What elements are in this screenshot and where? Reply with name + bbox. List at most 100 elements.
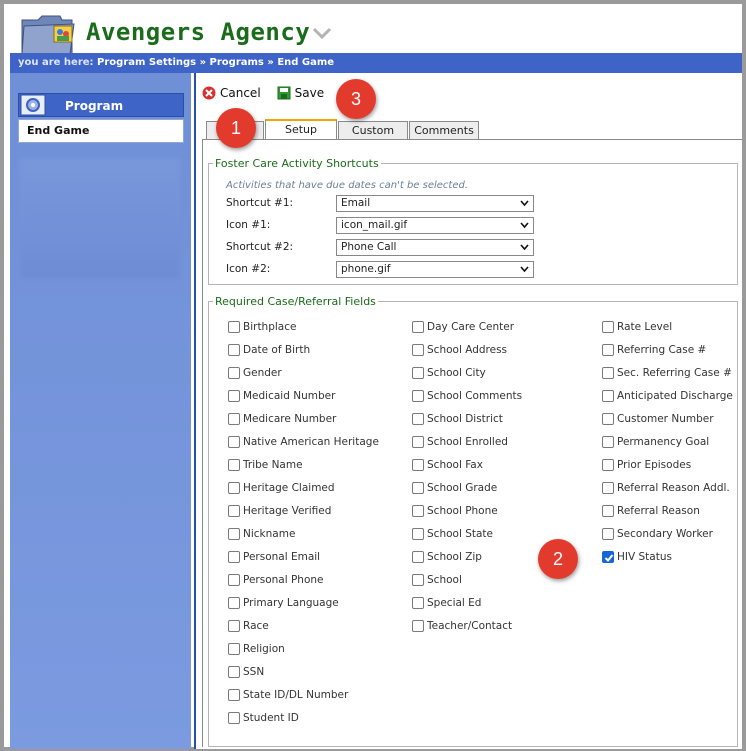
required-field-checkbox[interactable]: Personal Email [228, 551, 320, 563]
checkbox[interactable] [412, 574, 424, 586]
required-field-checkbox[interactable]: Prior Episodes [602, 459, 691, 471]
required-field-checkbox[interactable]: State ID/DL Number [228, 689, 348, 701]
icon-1-select[interactable]: icon_mail.gif [336, 216, 534, 234]
checkbox[interactable] [602, 505, 614, 517]
icon-2-select[interactable]: phone.gif [336, 260, 534, 278]
checkbox[interactable] [412, 390, 424, 402]
required-field-checkbox[interactable]: Sec. Referring Case # [602, 367, 732, 379]
checkbox[interactable] [228, 390, 240, 402]
required-field-checkbox[interactable]: Customer Number [602, 413, 714, 425]
checkbox[interactable] [228, 597, 240, 609]
chevron-down-icon[interactable] [312, 26, 332, 40]
checkbox[interactable] [228, 367, 240, 379]
required-field-checkbox[interactable]: School State [412, 528, 493, 540]
required-field-checkbox[interactable]: School City [412, 367, 486, 379]
save-button[interactable]: Save [277, 86, 324, 100]
checkbox[interactable] [412, 505, 424, 517]
required-field-checkbox[interactable]: School Phone [412, 505, 498, 517]
checkbox[interactable] [412, 321, 424, 333]
shortcut-1-select[interactable]: Email [336, 194, 534, 212]
required-field-checkbox[interactable]: Permanency Goal [602, 436, 709, 448]
required-field-checkbox[interactable]: School Comments [412, 390, 522, 402]
required-field-checkbox[interactable]: HIV Status [602, 551, 672, 563]
required-field-checkbox[interactable]: Medicaid Number [228, 390, 335, 402]
required-field-label: Prior Episodes [617, 459, 692, 471]
checkbox[interactable] [412, 528, 424, 540]
checkbox[interactable] [412, 413, 424, 425]
required-field-checkbox[interactable]: Heritage Verified [228, 505, 331, 517]
checkbox[interactable] [228, 689, 240, 701]
checkbox[interactable] [412, 551, 424, 563]
checkbox[interactable] [228, 505, 240, 517]
checkbox[interactable] [412, 597, 424, 609]
required-field-checkbox[interactable]: Birthplace [228, 321, 296, 333]
breadcrumb-item[interactable]: Program Settings [97, 57, 196, 68]
required-field-checkbox[interactable]: Referring Case # [602, 344, 706, 356]
tab-setup[interactable]: Setup [265, 119, 337, 140]
checkbox[interactable] [228, 436, 240, 448]
required-field-checkbox[interactable]: Student ID [228, 712, 299, 724]
required-field-checkbox[interactable]: Teacher/Contact [412, 620, 512, 632]
required-field-checkbox[interactable]: Special Ed [412, 597, 481, 609]
shortcut-2-select[interactable]: Phone Call [336, 238, 534, 256]
checkbox[interactable] [602, 459, 614, 471]
checkbox[interactable] [228, 528, 240, 540]
required-field-checkbox[interactable]: School Address [412, 344, 507, 356]
checkbox[interactable] [412, 459, 424, 471]
checkbox[interactable] [412, 436, 424, 448]
checkbox[interactable] [228, 482, 240, 494]
checkbox[interactable] [228, 413, 240, 425]
checkbox[interactable] [228, 620, 240, 632]
sidebar-item-end-game[interactable]: End Game [18, 119, 184, 143]
required-field-checkbox[interactable]: Native American Heritage [228, 436, 379, 448]
required-field-checkbox[interactable]: School [412, 574, 462, 586]
required-field-checkbox[interactable]: School Enrolled [412, 436, 508, 448]
required-field-checkbox[interactable]: Personal Phone [228, 574, 324, 586]
tab-custom[interactable]: Custom [338, 121, 408, 140]
required-field-checkbox[interactable]: Primary Language [228, 597, 339, 609]
checkbox[interactable] [602, 413, 614, 425]
required-field-checkbox[interactable]: Tribe Name [228, 459, 303, 471]
checkbox[interactable] [228, 574, 240, 586]
required-field-checkbox[interactable]: Medicare Number [228, 413, 336, 425]
checkbox[interactable] [602, 321, 614, 333]
checkbox[interactable] [602, 482, 614, 494]
checkbox[interactable] [602, 436, 614, 448]
checkbox[interactable] [412, 367, 424, 379]
checkbox-checked[interactable] [602, 551, 614, 563]
checkbox[interactable] [228, 666, 240, 678]
required-field-checkbox[interactable]: Rate Level [602, 321, 672, 333]
required-field-checkbox[interactable]: School Zip [412, 551, 482, 563]
required-field-checkbox[interactable]: School Grade [412, 482, 497, 494]
required-field-checkbox[interactable]: Referral Reason Addl. [602, 482, 730, 494]
checkbox[interactable] [412, 620, 424, 632]
checkbox[interactable] [602, 528, 614, 540]
breadcrumb-item[interactable]: Programs [210, 57, 264, 68]
checkbox[interactable] [602, 344, 614, 356]
required-field-checkbox[interactable]: Nickname [228, 528, 295, 540]
checkbox[interactable] [228, 344, 240, 356]
required-field-checkbox[interactable]: Anticipated Discharge [602, 390, 733, 402]
checkbox[interactable] [228, 459, 240, 471]
checkbox[interactable] [412, 482, 424, 494]
required-field-checkbox[interactable]: Date of Birth [228, 344, 310, 356]
required-field-checkbox[interactable]: Race [228, 620, 269, 632]
checkbox[interactable] [602, 390, 614, 402]
required-field-checkbox[interactable]: Secondary Worker [602, 528, 713, 540]
checkbox[interactable] [412, 344, 424, 356]
required-field-checkbox[interactable]: SSN [228, 666, 264, 678]
required-field-checkbox[interactable]: Day Care Center [412, 321, 514, 333]
checkbox[interactable] [228, 321, 240, 333]
required-field-checkbox[interactable]: Gender [228, 367, 282, 379]
checkbox[interactable] [228, 643, 240, 655]
tab-comments[interactable]: Comments [409, 121, 479, 140]
required-field-checkbox[interactable]: Heritage Claimed [228, 482, 335, 494]
required-field-checkbox[interactable]: Religion [228, 643, 285, 655]
checkbox[interactable] [228, 551, 240, 563]
required-field-checkbox[interactable]: School Fax [412, 459, 483, 471]
cancel-button[interactable]: Cancel [202, 86, 261, 100]
checkbox[interactable] [228, 712, 240, 724]
checkbox[interactable] [602, 367, 614, 379]
required-field-checkbox[interactable]: Referral Reason [602, 505, 700, 517]
required-field-checkbox[interactable]: School District [412, 413, 503, 425]
